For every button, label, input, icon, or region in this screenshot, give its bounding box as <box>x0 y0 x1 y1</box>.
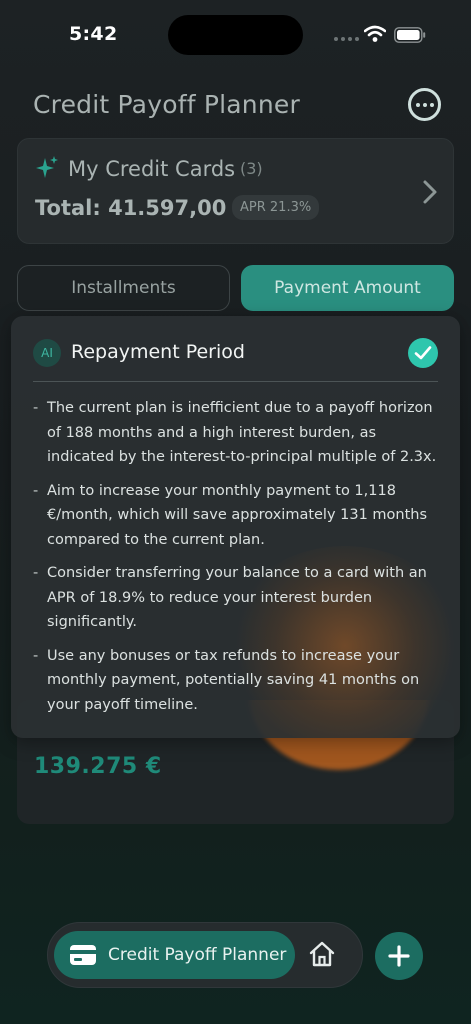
status-time: 5:42 <box>69 23 118 45</box>
battery-icon <box>394 27 426 43</box>
plus-icon <box>388 945 410 967</box>
insight-text: The current plan is inefficient due to a… <box>47 400 437 465</box>
more-options-button[interactable] <box>408 88 441 121</box>
home-icon[interactable] <box>308 940 336 968</box>
credit-cards-summary[interactable]: My Credit Cards (3) Total: 41.597,00 € A… <box>17 138 454 244</box>
tab-installments[interactable]: Installments <box>17 265 230 311</box>
tab-payment-amount[interactable]: Payment Amount <box>241 265 454 311</box>
page-title: Credit Payoff Planner <box>33 90 300 119</box>
insight-text: Consider transferring your balance to a … <box>47 565 427 630</box>
add-button[interactable] <box>375 932 423 980</box>
divider <box>33 381 438 382</box>
insight-text: Use any bonuses or tax refunds to increa… <box>47 647 420 713</box>
insight-title: Repayment Period <box>71 341 245 363</box>
nav-item-label: Credit Payoff Planner <box>108 945 287 965</box>
status-bar: 5:42 <box>0 0 471 70</box>
sparkle-icon <box>36 156 58 178</box>
wifi-icon <box>364 25 386 42</box>
checkmark-icon[interactable] <box>408 338 438 368</box>
credit-cards-title: My Credit Cards <box>68 157 236 181</box>
list-item: - Use any bonuses or tax refunds to incre… <box>33 644 443 718</box>
dynamic-island <box>168 15 303 55</box>
bottom-nav: Credit Payoff Planner <box>47 922 363 988</box>
ai-badge: AI <box>33 339 61 367</box>
list-item: - The current plan is inefficient due to … <box>33 396 443 470</box>
nav-item-credit-payoff-planner[interactable]: Credit Payoff Planner <box>54 931 295 979</box>
total-balance: Total: 41.597,00 € <box>35 196 249 220</box>
apr-badge: APR 21.3% <box>232 195 320 220</box>
list-item: - Aim to increase your monthly payment to… <box>33 479 443 553</box>
credit-cards-count: (3) <box>240 159 263 178</box>
insight-list: - The current plan is inefficient due to … <box>33 396 443 726</box>
chevron-right-icon <box>423 180 437 204</box>
cellular-signal-icon <box>334 37 359 41</box>
more-icon <box>415 102 420 107</box>
insight-text: Aim to increase your monthly payment to … <box>47 482 428 548</box>
credit-card-icon <box>70 945 96 965</box>
ai-insight-panel: AI Repayment Period - The current plan is… <box>11 316 460 738</box>
summary-amount: 139.275 € <box>34 754 162 779</box>
list-item: - Consider transferring your balance to a… <box>33 561 443 635</box>
